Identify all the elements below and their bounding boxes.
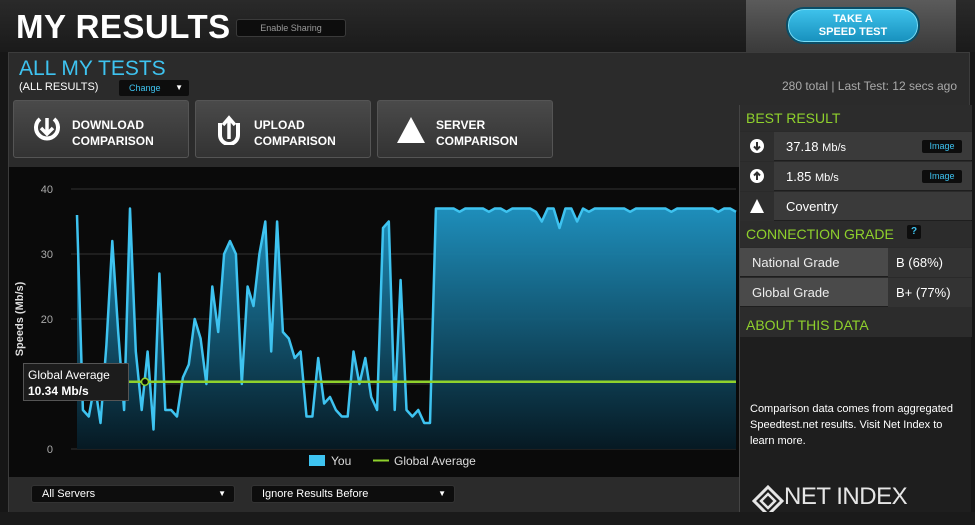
chevron-down-icon: ▼: [218, 489, 226, 498]
speedtest-label-line2: SPEED TEST: [818, 26, 888, 38]
ignore-results-dropdown[interactable]: Ignore Results Before ▼: [251, 485, 455, 503]
chevron-down-icon: ▼: [438, 489, 446, 498]
speed-chart-svg: 010203040Speeds (Mb/s) YouGlobal Average: [14, 184, 737, 468]
ignore-results-label: Ignore Results Before: [262, 488, 369, 500]
upload-icon: [740, 162, 774, 191]
download-image-button[interactable]: Image: [922, 140, 962, 153]
servers-dropdown-label: All Servers: [42, 488, 96, 500]
download-comparison-button[interactable]: DOWNLOAD COMPARISON: [13, 100, 189, 158]
best-upload-row: 1.85 Mb/s Image: [740, 161, 972, 191]
server-comparison-line1: SERVER: [436, 118, 486, 132]
global-grade-row: Global Grade B+ (77%): [740, 277, 972, 307]
global-average-tooltip: Global Average 10.34 Mb/s: [23, 363, 129, 401]
main-panel: ALL MY TESTS (ALL RESULTS) Change ▼ 280 …: [8, 52, 972, 517]
best-upload-value: 1.85 Mb/s: [786, 169, 839, 184]
chevron-down-icon: ▼: [175, 83, 183, 92]
footer-strip: [0, 512, 975, 525]
net-index-logo[interactable]: NET INDEX: [752, 483, 952, 517]
page-title: MY RESULTS: [16, 8, 231, 45]
y-tick-label: 30: [41, 249, 53, 261]
best-result-header: BEST RESULT: [740, 105, 972, 131]
server-icon: [740, 192, 774, 221]
global-average-marker: [140, 377, 150, 387]
upload-comparison-line2: COMPARISON: [254, 134, 336, 148]
connection-grade-header: CONNECTION GRADE ?: [740, 221, 972, 247]
server-comparison-button[interactable]: SERVER COMPARISON: [377, 100, 553, 158]
best-download-value: 37.18 Mb/s: [786, 139, 846, 154]
change-dropdown[interactable]: Change ▼: [119, 80, 189, 96]
help-icon[interactable]: ?: [907, 225, 921, 239]
best-download-unit: Mb/s: [822, 142, 847, 154]
best-upload-unit: Mb/s: [814, 172, 839, 184]
about-data-text: Comparison data comes from aggregated Sp…: [750, 403, 953, 447]
legend-average-label: Global Average: [394, 454, 476, 468]
section-subtitle: (ALL RESULTS): [19, 81, 99, 93]
y-tick-label: 0: [47, 444, 53, 456]
national-grade-label: National Grade: [752, 255, 840, 270]
national-grade-row: National Grade B (68%): [740, 247, 972, 277]
upload-comparison-line1: UPLOAD: [254, 118, 305, 132]
tooltip-value: 10.34 Mb/s: [28, 384, 89, 398]
upload-image-button[interactable]: Image: [922, 170, 962, 183]
legend-you-swatch: [309, 455, 325, 466]
best-server-row: Coventry: [740, 191, 972, 221]
you-series-area: [77, 208, 736, 449]
best-download-number: 37.18: [786, 139, 819, 154]
speedtest-label-line1: TAKE A: [833, 13, 873, 25]
test-stats: 280 total | Last Test: 12 secs ago: [781, 79, 957, 93]
national-grade-value: B (68%): [888, 248, 972, 277]
best-download-row: 37.18 Mb/s Image: [740, 131, 972, 161]
download-icon: [740, 132, 774, 161]
connection-grade-title: CONNECTION GRADE: [746, 226, 894, 242]
download-comparison-line1: DOWNLOAD: [72, 118, 144, 132]
net-index-logo-text: NET INDEX: [784, 483, 908, 510]
filter-bar: All Servers ▼ Ignore Results Before ▼: [9, 477, 739, 513]
enable-sharing-button[interactable]: Enable Sharing: [236, 19, 346, 37]
about-data-header: ABOUT THIS DATA: [740, 307, 972, 337]
take-speed-test-button[interactable]: TAKE A SPEED TEST: [786, 7, 920, 44]
section-title: ALL MY TESTS: [19, 57, 166, 80]
y-tick-label: 20: [41, 314, 53, 326]
download-icon: [34, 117, 60, 141]
download-comparison-line2: COMPARISON: [72, 134, 154, 148]
y-tick-label: 40: [41, 184, 53, 196]
best-server-value: Coventry: [786, 199, 839, 214]
speedtest-tab: TAKE A SPEED TEST: [746, 0, 956, 52]
best-upload-number: 1.85: [786, 169, 812, 184]
global-grade-label: Global Grade: [752, 285, 830, 300]
speed-chart: 010203040Speeds (Mb/s) YouGlobal Average…: [9, 167, 739, 477]
upload-comparison-button[interactable]: UPLOAD COMPARISON: [195, 100, 371, 158]
change-dropdown-label: Change: [129, 83, 161, 93]
y-axis-label: Speeds (Mb/s): [14, 281, 26, 356]
servers-dropdown[interactable]: All Servers ▼: [31, 485, 235, 503]
results-sidebar: BEST RESULT 37.18 Mb/s Image 1.85 Mb/s I…: [739, 105, 972, 517]
legend-you-label: You: [331, 454, 351, 468]
top-bar: MY RESULTS Enable Sharing TAKE A SPEED T…: [0, 0, 975, 52]
server-icon: [397, 117, 425, 143]
global-grade-value: B+ (77%): [888, 278, 972, 307]
server-comparison-line2: COMPARISON: [436, 134, 518, 148]
upload-icon: [218, 115, 240, 145]
tooltip-label: Global Average: [28, 368, 110, 382]
